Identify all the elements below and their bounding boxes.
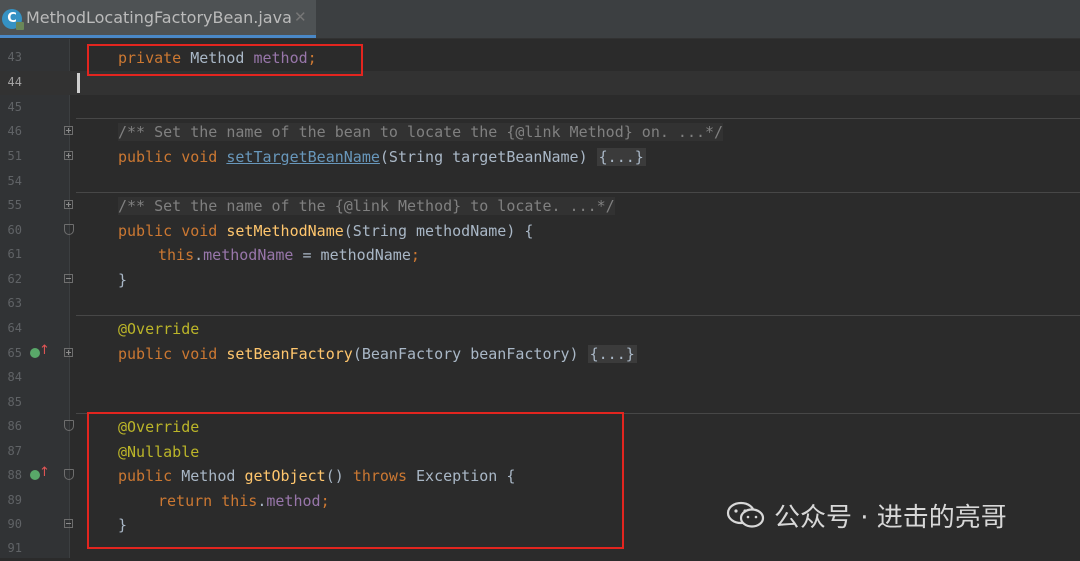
java-class-icon: C [2,9,24,30]
code-line: 54 [0,170,1080,194]
line-number: 84 [7,370,22,384]
highlight-box-getobject [87,412,624,549]
code-text: public void setTargetBeanName(String tar… [118,148,646,166]
code-text: public void setBeanFactory(BeanFactory b… [118,345,637,363]
code-text: this.methodName = methodName; [158,246,420,264]
highlight-box-field [87,44,363,76]
implements-method-icon[interactable]: ↑ [30,465,50,483]
code-text: @Override [118,320,200,338]
code-line: 51 public void setTargetBeanName(String … [0,145,1080,169]
file-tab[interactable]: C MethodLocatingFactoryBean.java ✕ [0,0,316,38]
close-icon[interactable]: ✕ [294,8,307,26]
line-number: 64 [7,321,22,335]
expand-fold-icon[interactable] [64,126,73,135]
line-number: 45 [7,100,22,114]
line-number: 91 [7,541,22,555]
line-number: 65 [7,346,22,360]
code-line: 65 ↑ public void setBeanFactory(BeanFact… [0,342,1080,366]
line-number: 88 [7,468,22,482]
code-text: } [118,271,128,289]
method-link[interactable]: setTargetBeanName [226,148,380,166]
line-number: 85 [7,395,22,409]
method-separator [76,118,1080,119]
wechat-icon [726,501,765,528]
watermark-text: 公众号 · 进击的亮哥 [774,503,1007,533]
line-number: 90 [7,517,22,531]
folded-body[interactable]: {...} [596,148,646,166]
text-caret [77,73,80,93]
code-line: 63 [0,292,1080,316]
line-number: 54 [7,174,22,188]
line-number: 87 [7,444,22,458]
code-line: 45 [0,96,1080,120]
code-text: public void setMethodName(String methodN… [118,222,534,240]
code-line: 61 this.methodName = methodName; [0,243,1080,267]
line-number: 51 [7,149,22,163]
expand-fold-icon[interactable] [64,200,73,209]
line-number: 61 [7,247,22,261]
expand-fold-icon[interactable] [64,348,73,357]
line-number: 46 [7,124,22,138]
line-number: 89 [7,493,22,507]
editor-tab-bar: C MethodLocatingFactoryBean.java ✕ [0,0,1080,39]
code-line: 84 [0,366,1080,390]
tab-title: MethodLocatingFactoryBean.java [26,8,292,27]
line-number: 44 [7,75,22,89]
collapse-fold-icon[interactable] [64,224,74,235]
folded-body[interactable]: {...} [587,345,637,363]
expand-fold-icon[interactable] [64,151,73,160]
code-line: 64 @Override [0,317,1080,341]
line-number: 55 [7,198,22,212]
collapse-fold-icon[interactable] [64,519,73,528]
line-number: 62 [7,272,22,286]
implements-method-icon[interactable]: ↑ [30,343,50,361]
code-line: 46 /** Set the name of the bean to locat… [0,120,1080,144]
code-text: /** Set the name of the {@link Method} t… [118,197,615,215]
collapse-fold-icon[interactable] [64,469,74,480]
code-line: 62 } [0,268,1080,292]
code-line: 60 public void setMethodName(String meth… [0,219,1080,243]
code-text: /** Set the name of the bean to locate t… [118,123,724,141]
collapse-fold-icon[interactable] [64,274,73,283]
code-line: 55 /** Set the name of the {@link Method… [0,194,1080,218]
method-separator [76,192,1080,193]
line-number: 43 [7,50,22,64]
line-number: 63 [7,296,22,310]
method-separator [76,315,1080,316]
line-number: 86 [7,419,22,433]
collapse-fold-icon[interactable] [64,420,74,431]
line-number: 60 [7,223,22,237]
